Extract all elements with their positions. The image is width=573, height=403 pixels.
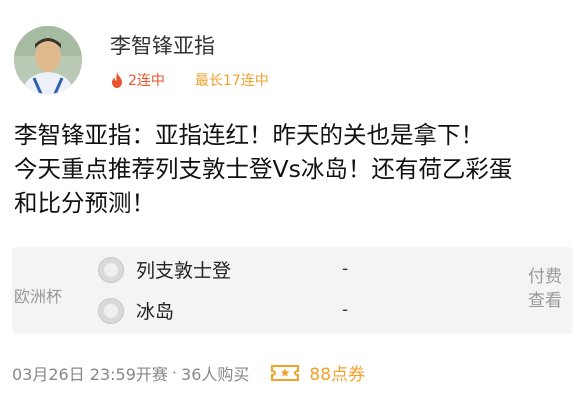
league-label: 欧洲杯 (14, 287, 63, 306)
post-line-3: 和比分预测！ (14, 189, 155, 217)
match-card[interactable]: 欧洲杯 列支敦士登 - 冰岛 - 付费 查看 (12, 247, 573, 334)
avatar-image (14, 26, 82, 94)
home-team-row: 列支敦士登 (98, 256, 231, 283)
post-line-1: 李智锋亚指：亚指连红！昨天的关也是拿下！ (14, 121, 484, 149)
author-avatar[interactable] (14, 26, 82, 94)
home-team-name: 列支敦士登 (136, 260, 232, 282)
flame-icon (112, 72, 122, 88)
price-button[interactable]: 88点券 (271, 360, 365, 385)
pay-label: 付费 (528, 267, 562, 287)
ticket-icon (271, 364, 300, 381)
streak-best: 最长17连中 (194, 73, 269, 89)
buyer-count: 36人购买 (181, 364, 250, 384)
author-header: 李智锋亚指 2连中 最长17连中 (14, 26, 559, 100)
streak-row: 2连中 最长17连中 (110, 70, 269, 90)
team-badge-icon (98, 256, 124, 283)
view-label: 查看 (528, 291, 562, 311)
streak-current: 2连中 (128, 73, 165, 89)
pay-view-button[interactable]: 付费 查看 (525, 265, 565, 313)
home-team-score: - (342, 259, 349, 279)
away-team-score: - (342, 300, 349, 320)
away-team-name: 冰岛 (136, 301, 175, 323)
away-team-row: 冰岛 (98, 297, 174, 324)
price-label: 88点券 (309, 365, 366, 385)
post-footer: 03月26日 23:59开赛 · 36人购买 88点券 (12, 360, 365, 385)
start-time: 03月26日 23:59开赛 (12, 364, 168, 384)
author-name[interactable]: 李智锋亚指 (110, 30, 215, 60)
post-content: 李智锋亚指：亚指连红！昨天的关也是拿下！ 今天重点推荐列支敦士登Vs冰岛！还有荷… (14, 118, 564, 220)
post-line-2: 今天重点推荐列支敦士登Vs冰岛！还有荷乙彩蛋 (14, 155, 513, 183)
separator: · (171, 363, 178, 382)
team-badge-icon (98, 297, 124, 324)
